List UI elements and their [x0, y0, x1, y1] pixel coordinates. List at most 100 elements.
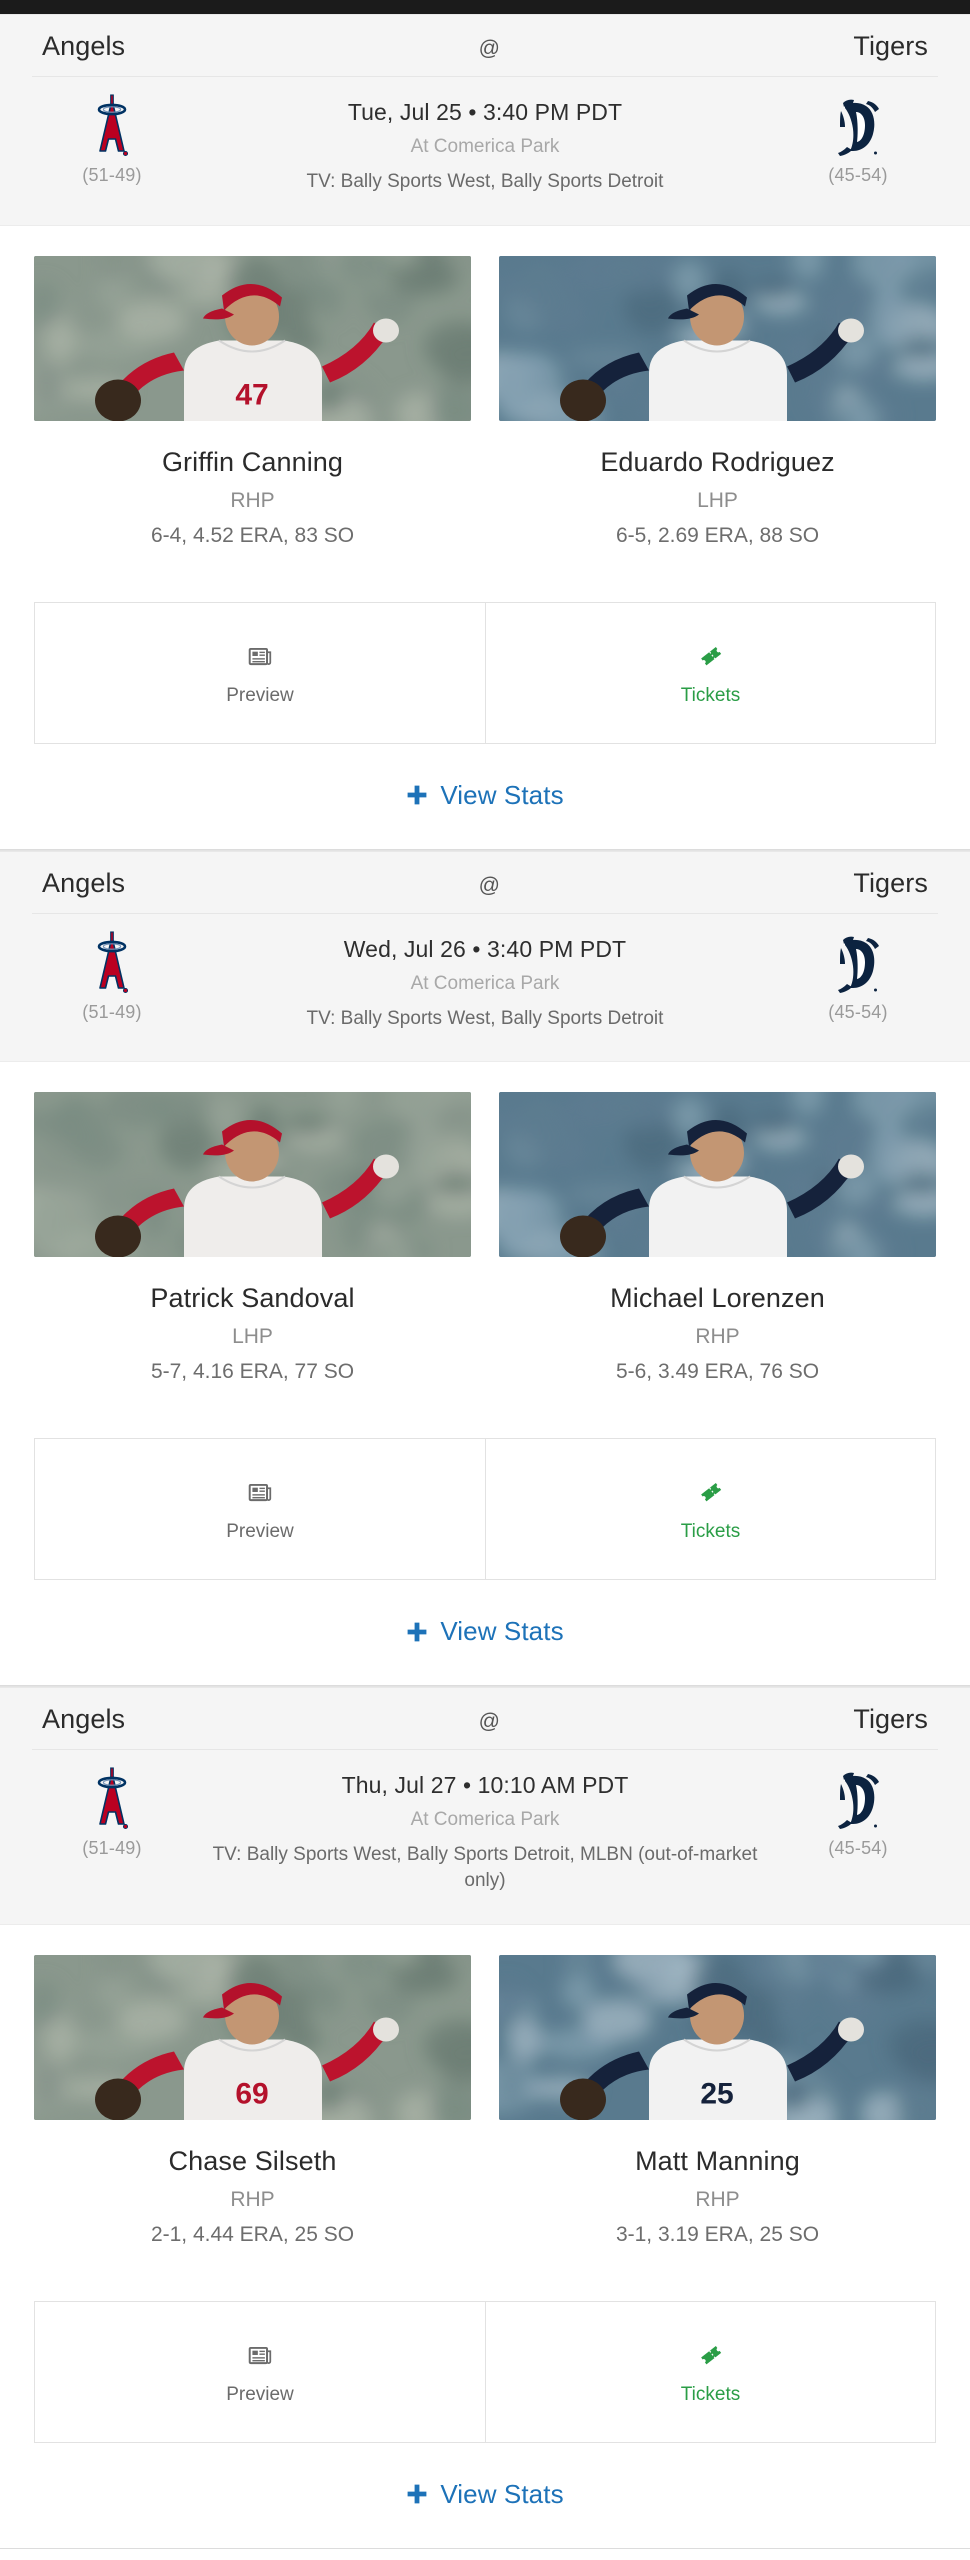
home-team-record: (45-54)	[828, 1001, 888, 1022]
home-team-block[interactable]: (45-54)	[778, 1766, 938, 1859]
game-details: Wed, Jul 26 • 3:40 PM PDT At Comerica Pa…	[192, 930, 778, 1032]
game-venue: At Comerica Park	[410, 972, 560, 994]
away-team-block[interactable]: (51-49)	[32, 930, 192, 1023]
game-actions: Preview Tickets	[34, 2300, 936, 2443]
game-tv-listing: TV: Bally Sports West, Bally Sports Detr…	[306, 171, 664, 192]
home-team-record: (45-54)	[828, 1838, 888, 1859]
pitcher-stats-home: 5-6, 3.49 ERA, 76 SO	[615, 1360, 820, 1384]
game-details: Tue, Jul 25 • 3:40 PM PDT At Comerica Pa…	[192, 93, 778, 195]
pitcher-hand-home: RHP	[695, 2187, 740, 2211]
view-stats-label: View Stats	[440, 2478, 564, 2509]
pitcher-card-away[interactable]: 47 Griffin Canning RHP 6-4, 4.52 ERA, 83…	[34, 255, 471, 548]
away-team-block[interactable]: (51-49)	[32, 1766, 192, 1859]
tigers-logo-icon	[830, 1766, 886, 1832]
pitcher-stats-away: 5-7, 4.16 ERA, 77 SO	[150, 1360, 355, 1384]
game-divider	[0, 2547, 970, 2549]
plus-icon	[406, 784, 428, 806]
view-stats-button[interactable]: View Stats	[406, 1616, 564, 1647]
game-venue: At Comerica Park	[410, 136, 560, 157]
game-actions: Preview Tickets	[34, 601, 936, 744]
pitcher-photo-home	[499, 255, 936, 421]
home-team-block[interactable]: (45-54)	[778, 930, 938, 1023]
view-stats-button[interactable]: View Stats	[406, 2478, 564, 2510]
pitcher-card-home[interactable]: Michael Lorenzen RHP 5-6, 3.49 ERA, 76 S…	[499, 1092, 936, 1384]
pitcher-hand-away: RHP	[230, 2187, 275, 2211]
pitcher-name-away: Patrick Sandoval	[150, 1283, 355, 1314]
newspaper-icon	[247, 639, 273, 673]
tigers-logo-icon	[830, 93, 886, 159]
tickets-button[interactable]: Tickets	[485, 1439, 935, 1580]
tigers-logo-icon	[830, 930, 886, 996]
pitcher-card-away[interactable]: 69 Chase Silseth RHP 2-1, 4.44 ERA, 25 S…	[34, 1954, 471, 2247]
preview-label: Preview	[226, 684, 294, 706]
tickets-label: Tickets	[680, 2383, 741, 2405]
home-team-name[interactable]: Tigers	[853, 31, 928, 62]
view-stats-row: View Stats	[0, 1580, 970, 1686]
pitcher-card-home[interactable]: Eduardo Rodriguez LHP 6-5, 2.69 ERA, 88 …	[499, 255, 936, 548]
view-stats-label: View Stats	[440, 779, 564, 810]
away-team-record: (51-49)	[82, 1838, 142, 1859]
probable-pitchers: Patrick Sandoval LHP 5-7, 4.16 ERA, 77 S…	[0, 1062, 970, 1395]
pitcher-card-away[interactable]: Patrick Sandoval LHP 5-7, 4.16 ERA, 77 S…	[34, 1092, 471, 1384]
preview-button[interactable]: Preview	[35, 602, 485, 743]
probable-pitchers: 69 Chase Silseth RHP 2-1, 4.44 ERA, 25 S…	[0, 1924, 970, 2257]
preview-label: Preview	[226, 1521, 294, 1543]
game-info: (51-49) Wed, Jul 26 • 3:40 PM PDT At Com…	[32, 914, 938, 1032]
matchup-header: Angels @ Tigers	[0, 850, 970, 1063]
game-datetime: Tue, Jul 25 • 3:40 PM PDT	[347, 99, 623, 125]
pitcher-photo-home	[499, 1092, 936, 1258]
pitcher-stats-away: 6-4, 4.52 ERA, 83 SO	[150, 523, 355, 547]
pitcher-stats-home: 3-1, 3.19 ERA, 25 SO	[615, 2222, 820, 2246]
pitcher-photo-home: 25	[499, 1954, 936, 2120]
game-details: Thu, Jul 27 • 10:10 AM PDT At Comerica P…	[192, 1766, 778, 1893]
pitcher-hand-away: RHP	[230, 488, 275, 512]
preview-button[interactable]: Preview	[35, 1439, 485, 1580]
pitcher-hand-away: LHP	[232, 1325, 273, 1349]
pitcher-name-away: Griffin Canning	[161, 446, 344, 477]
pitcher-card-home[interactable]: 25 Matt Manning RHP 3-1, 3.19 ERA, 25 SO	[499, 1954, 936, 2247]
view-stats-button[interactable]: View Stats	[406, 779, 564, 811]
game-actions: Preview Tickets	[34, 1438, 936, 1581]
game-datetime: Thu, Jul 27 • 10:10 AM PDT	[341, 1772, 629, 1799]
at-symbol: @	[478, 37, 500, 60]
preview-button[interactable]: Preview	[35, 2301, 485, 2442]
pitcher-stats-home: 6-5, 2.69 ERA, 88 SO	[615, 523, 820, 547]
game-card: Angels @ Tigers	[0, 14, 970, 850]
ticket-icon	[697, 1475, 725, 1509]
matchup-header: Angels @ Tigers	[0, 1687, 970, 1925]
pitcher-hand-home: LHP	[697, 488, 738, 512]
view-stats-label: View Stats	[440, 1616, 564, 1647]
schedule-page: Angels @ Tigers (51-49) Tue, Jul 25 • 3:…	[0, 0, 970, 2549]
away-team-record: (51-49)	[82, 165, 142, 185]
team-names-row: Angels @ Tigers	[32, 1704, 938, 1751]
game-datetime: Wed, Jul 26 • 3:40 PM PDT	[343, 935, 627, 962]
pitcher-name-home: Michael Lorenzen	[610, 1283, 825, 1314]
tickets-label: Tickets	[680, 684, 741, 706]
game-venue: At Comerica Park	[410, 1809, 560, 1831]
plus-icon	[406, 2483, 428, 2505]
home-team-name[interactable]: Tigers	[853, 868, 928, 899]
away-team-block[interactable]: (51-49)	[32, 93, 192, 186]
plus-icon	[406, 1621, 428, 1643]
pitcher-hand-home: RHP	[695, 1325, 740, 1349]
game-card: Angels @ Tigers	[0, 849, 970, 1687]
away-team-name[interactable]: Angels	[42, 1704, 125, 1735]
newspaper-icon	[247, 2338, 273, 2372]
tickets-label: Tickets	[680, 1521, 741, 1543]
away-team-name[interactable]: Angels	[42, 31, 125, 62]
pitcher-photo-away: 47	[34, 255, 471, 421]
pitcher-name-home: Eduardo Rodriguez	[600, 446, 835, 477]
home-team-block[interactable]: (45-54)	[778, 93, 938, 186]
pitcher-photo-away	[34, 1092, 471, 1258]
game-info: (51-49) Thu, Jul 27 • 10:10 AM PDT At Co…	[32, 1750, 938, 1893]
tickets-button[interactable]: Tickets	[485, 602, 935, 743]
preview-label: Preview	[226, 2383, 294, 2405]
away-team-name[interactable]: Angels	[42, 868, 125, 899]
tickets-button[interactable]: Tickets	[485, 2301, 935, 2442]
team-names-row: Angels @ Tigers	[32, 31, 938, 77]
matchup-header: Angels @ Tigers	[0, 14, 970, 226]
angels-logo-icon	[84, 1766, 140, 1832]
pitcher-stats-away: 2-1, 4.44 ERA, 25 SO	[150, 2222, 355, 2246]
angels-logo-icon	[84, 93, 140, 159]
home-team-name[interactable]: Tigers	[853, 1704, 928, 1735]
